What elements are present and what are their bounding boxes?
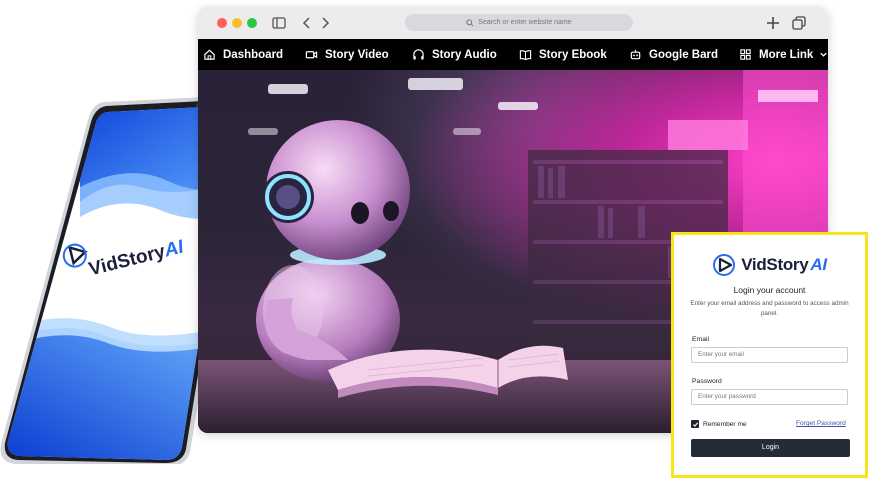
minimize-window-button[interactable] [232,18,242,28]
nav-item-dashboard[interactable]: Dashboard [203,39,283,70]
login-title: Login your account [733,285,806,295]
address-bar[interactable]: Search or enter website name [405,14,633,31]
nav-label-story-video: Story Video [325,48,389,61]
remember-me-label: Remember me [703,420,747,428]
home-icon [204,49,215,60]
login-subtitle: Enter your email address and password to… [690,300,849,317]
robot-icon [630,49,641,60]
nav-item-story-video[interactable]: Story Video [305,39,389,70]
sidebar-toggle-icon[interactable] [271,15,287,31]
login-logo-accent: AI [810,255,827,274]
remember-me[interactable]: Remember me [691,420,747,428]
check-icon [692,421,698,427]
nav-label-google-bard: Google Bard [649,48,719,61]
nav-item-story-ebook[interactable]: Story Ebook [519,39,607,70]
search-icon [466,18,474,27]
nav-item-more-link[interactable]: More Link [739,39,828,70]
nav-item-google-bard[interactable]: Google Bard [629,39,718,70]
email-field[interactable]: Enter your email [691,347,848,363]
chevron-down-icon [820,52,827,57]
vidstory-logo-icon [713,254,736,276]
video-camera-icon [305,51,318,59]
headphones-icon [413,49,424,60]
back-arrow-icon[interactable] [299,15,315,31]
login-logo: VidStory AI [674,251,865,279]
nav-label-story-ebook: Story Ebook [539,48,607,61]
new-tab-plus-icon[interactable] [765,15,781,31]
nav-item-story-audio[interactable]: Story Audio [412,39,497,70]
nav-label-story-audio: Story Audio [432,48,497,61]
nav-label-more-link: More Link [759,48,814,61]
grid-icon [740,49,751,60]
nav-label-dashboard: Dashboard [223,48,284,61]
password-field[interactable]: Enter your password [691,389,848,405]
login-logo-text: VidStory AI [741,255,827,275]
forget-password-link[interactable]: Forget Password [796,420,846,427]
login-panel: VidStory AI Login your account Enter your… [671,232,868,478]
close-window-button[interactable] [217,18,227,28]
site-navbar: Dashboard Story Video Story Audio Story … [198,39,828,70]
login-logo-main: VidStory [741,255,809,274]
remember-me-checkbox[interactable] [691,420,699,428]
address-placeholder: Search or enter website name [478,19,572,26]
password-label: Password [692,378,722,385]
forward-arrow-icon[interactable] [317,15,333,31]
browser-titlebar: Search or enter website name [198,7,828,39]
maximize-window-button[interactable] [247,18,257,28]
open-book-icon [519,50,532,61]
login-button[interactable]: Login [691,439,850,457]
tab-overview-icon[interactable] [791,15,807,31]
email-label: Email [692,336,709,343]
